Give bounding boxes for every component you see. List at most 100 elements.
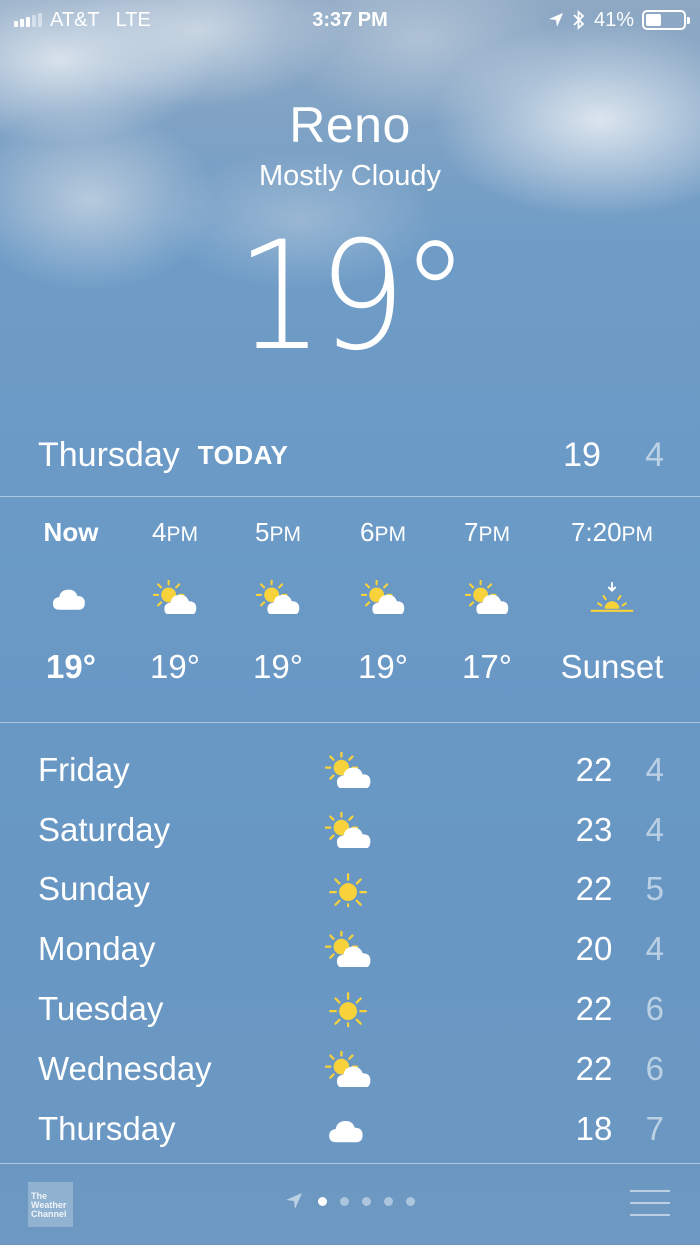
partly-sunny-icon [153,580,197,614]
divider-top [0,496,700,497]
daily-row: Monday 20 4 [38,919,664,979]
partly-sunny-icon [465,580,509,614]
cloud-icon [329,1120,363,1143]
hour-time: 6PM [360,517,406,547]
daily-row: Friday 22 4 [38,740,664,800]
hour-icon-wrap [547,552,677,642]
daily-row: Tuesday 22 6 [38,979,664,1039]
day-name: Thursday [38,1109,176,1147]
current-temperature: 19° [235,210,470,384]
day-icon-wrap [318,924,378,974]
hour-icon-wrap [228,552,328,642]
city-name: Reno [289,97,411,153]
hourly-item: 4PM 19° [125,512,225,692]
bottom-toolbar: The Weather Channel [0,1164,700,1245]
carrier-label: AT&T [50,8,100,31]
location-header: Reno Mostly Cloudy [0,96,700,193]
today-day: Thursday [38,435,180,474]
day-icon-wrap [318,864,378,914]
day-icon-wrap [318,984,378,1034]
page-dot[interactable] [362,1196,371,1206]
day-high: 22 [575,750,613,788]
page-dot[interactable] [406,1196,415,1206]
network-label: LTE [115,8,151,31]
partly-sunny-icon [324,752,371,788]
today-low: 4 [645,435,664,474]
hour-icon-wrap [21,552,121,642]
battery-icon [642,10,690,30]
day-low: 4 [645,930,664,968]
today-high: 19 [563,435,601,474]
hourly-item: Now 19° [21,512,121,692]
hour-icon-wrap [333,552,433,642]
day-icon-wrap [318,1104,378,1154]
hourly-forecast[interactable]: Now 19° 4PM 19° 5PM 19° 6PM 19° 7PM 17° 7:20PM Suns… [0,512,700,712]
page-indicator[interactable] [285,1192,415,1210]
page-dot[interactable] [384,1196,393,1206]
day-low: 6 [645,990,664,1028]
partly-sunny-icon [324,931,371,968]
cloud-icon [52,589,85,610]
location-arrow-icon [548,13,563,27]
page-dot[interactable] [318,1196,327,1206]
hour-icon-wrap [437,552,537,642]
signal-strength-icon [14,13,42,27]
hourly-item: 6PM 19° [333,512,433,692]
day-high: 22 [575,870,613,908]
hour-time: 5PM [255,517,301,547]
hour-temp: Sunset [560,648,664,685]
partly-sunny-icon [256,580,300,614]
city-list-button[interactable] [630,1190,670,1216]
day-name: Monday [38,930,156,968]
hour-temp: 19° [46,648,96,685]
day-icon-wrap [318,745,378,795]
day-name: Wednesday [38,1049,212,1087]
hour-temp: 19° [253,648,303,685]
hour-icon-wrap [125,552,225,642]
daily-row: Thursday 18 7 [38,1099,664,1159]
bluetooth-icon [573,10,585,30]
day-name: Tuesday [38,990,164,1028]
day-icon-wrap [318,1044,378,1094]
hour-time: 4PM [152,517,198,547]
daily-forecast[interactable]: Friday 22 4 Saturday 23 4 Sunday 22 5 Monday 20 4 Tu… [38,740,664,1159]
daily-row: Wednesday 22 6 [38,1039,664,1099]
status-bar: AT&T LTE 3:37 PM 41% [0,0,700,40]
weather-channel-logo[interactable]: The Weather Channel [28,1182,73,1227]
day-icon-wrap [318,805,378,855]
day-high: 20 [575,930,613,968]
day-name: Sunday [38,870,150,908]
daily-row: Saturday 23 4 [38,800,664,860]
day-low: 5 [645,870,664,908]
sunset-icon [590,582,634,612]
location-arrow-icon [286,1193,302,1209]
daily-row: Sunday 22 5 [38,860,664,920]
sun-icon [329,992,367,1027]
day-high: 23 [575,810,613,848]
hour-time: 7PM [464,517,510,547]
status-right: 41% [548,8,690,32]
battery-percent: 41% [593,8,634,31]
partly-sunny-icon [324,1051,371,1087]
day-low: 4 [645,750,664,788]
hour-time: 7:20PM [570,517,654,547]
sun-icon [329,872,367,908]
day-high: 22 [575,990,613,1028]
status-left: AT&T LTE [14,9,151,32]
day-low: 6 [645,1049,664,1087]
partly-sunny-icon [361,580,405,614]
hour-temp: 19° [150,648,200,685]
hourly-item: 7PM 17° [437,512,537,692]
day-high: 22 [575,1049,613,1087]
hour-temp: 17° [462,648,512,685]
hour-time: Now [43,517,99,547]
day-low: 4 [645,810,664,848]
partly-sunny-icon [324,811,371,848]
divider-middle [0,722,700,723]
today-summary: Thursday TODAY 19 4 [38,430,664,480]
page-dot[interactable] [340,1196,349,1206]
hour-temp: 19° [358,648,408,685]
day-name: Friday [38,750,130,788]
day-high: 18 [575,1109,613,1147]
day-low: 7 [645,1109,664,1147]
